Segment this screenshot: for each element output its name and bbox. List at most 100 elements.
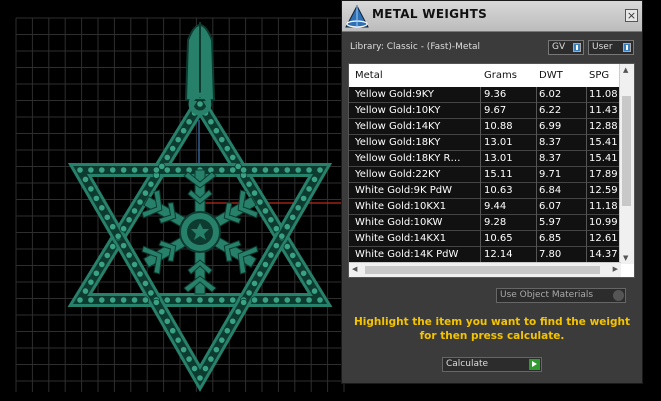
panel-title: METAL WEIGHTS	[372, 7, 488, 21]
table-row[interactable]: Yellow Gold:14KY 10.88 6.99 12.88	[349, 119, 621, 135]
gv-indicator-icon	[573, 43, 581, 52]
pave-bead	[256, 270, 264, 278]
pave-bead	[98, 260, 106, 268]
dropdown-button-icon[interactable]	[613, 290, 624, 301]
column-separator	[586, 135, 587, 151]
calculate-label: Calculate	[446, 359, 489, 369]
horizontal-scrollbar[interactable]: ◀ ▶	[349, 262, 621, 277]
pave-bead	[223, 327, 231, 335]
pave-bead	[250, 279, 259, 288]
table-row[interactable]: Yellow Gold:18KY R… 13.01 8.37 15.41	[349, 151, 621, 167]
pave-bead	[245, 289, 253, 297]
vertical-scroll-thumb[interactable]	[622, 96, 631, 206]
table-row[interactable]: White Gold:9K PdW 10.63 6.84 12.59	[349, 183, 621, 199]
table-row[interactable]: White Gold:10KW 9.28 5.97 10.99	[349, 215, 621, 231]
pave-bead	[261, 166, 270, 174]
cell-metal: White Gold:10KW	[355, 217, 443, 228]
column-separator	[480, 135, 481, 151]
pave-bead	[240, 166, 248, 174]
column-separator	[536, 151, 537, 167]
pave-bead	[81, 175, 90, 184]
panel-titlebar[interactable]: METAL WEIGHTS ×	[342, 1, 642, 32]
pave-bead	[250, 296, 259, 304]
metal-weights-panel: METAL WEIGHTS × Library: Classic - (Fast…	[341, 0, 643, 384]
pave-bead	[109, 166, 117, 174]
table-body: Yellow Gold:9KY 9.36 6.02 11.08 Yellow Gold:…	[349, 87, 621, 263]
cell-spg: 12.61	[589, 233, 618, 244]
table-row[interactable]: Yellow Gold:9KY 9.36 6.02 11.08	[349, 87, 621, 103]
table-row[interactable]: Yellow Gold:10KY 9.67 6.22 11.43	[349, 103, 621, 119]
column-separator	[480, 215, 481, 231]
pave-bead	[120, 166, 128, 174]
pave-bead	[212, 127, 220, 135]
pave-bead	[196, 374, 204, 382]
pave-bead	[76, 166, 84, 174]
pave-bead	[109, 296, 117, 304]
pave-bead	[120, 242, 128, 250]
table-row[interactable]: Yellow Gold:18KY 13.01 8.37 15.41	[349, 135, 621, 151]
library-label: Library: Classic - (Fast)-Metal	[350, 42, 481, 52]
column-separator	[536, 119, 537, 135]
cell-metal: Yellow Gold:14KY	[355, 121, 441, 132]
table-row[interactable]: White Gold:14KX1 10.65 6.85 12.61	[349, 231, 621, 247]
pave-bead	[174, 166, 182, 174]
pave-bead	[207, 118, 215, 126]
scroll-up-icon[interactable]: ▲	[623, 66, 628, 74]
pave-bead	[283, 166, 291, 174]
vertical-scrollbar[interactable]: ▲ ▼	[619, 64, 634, 264]
gv-toggle[interactable]: GV	[548, 40, 584, 55]
cell-spg: 14.37	[589, 249, 618, 260]
user-toggle[interactable]: User	[588, 40, 634, 55]
table-header: Metal Grams DWT SPG	[349, 64, 621, 88]
table-row[interactable]: White Gold:14K PdW 12.14 7.80 14.37	[349, 247, 621, 263]
pave-bead	[218, 136, 226, 144]
column-header-grams[interactable]: Grams	[484, 70, 517, 81]
cell-dwt: 6.84	[539, 185, 562, 196]
pave-bead	[229, 296, 237, 304]
pave-bead	[261, 296, 270, 304]
pave-bead	[130, 296, 139, 304]
pave-bead	[267, 216, 275, 224]
pave-bead	[261, 260, 270, 269]
pave-bead	[240, 298, 248, 306]
cell-metal: White Gold:10KX1	[355, 201, 447, 212]
pave-bead	[163, 166, 171, 174]
pave-bead	[98, 296, 106, 304]
pave-bead	[169, 327, 177, 335]
column-header-spg[interactable]: SPG	[589, 70, 609, 81]
table-row[interactable]: Yellow Gold:22KY 15.11 9.71 17.89	[349, 167, 621, 183]
cell-spg: 12.88	[589, 121, 618, 132]
cell-grams: 13.01	[484, 137, 513, 148]
pave-bead	[190, 364, 199, 373]
pave-bead	[207, 166, 215, 174]
column-separator	[536, 199, 537, 215]
pave-bead	[136, 270, 144, 278]
column-separator	[480, 151, 481, 167]
table-row[interactable]: White Gold:10KX1 9.44 6.07 11.18	[349, 199, 621, 215]
calculate-button[interactable]: Calculate	[442, 357, 542, 372]
scroll-right-icon[interactable]: ▶	[613, 265, 618, 273]
pave-bead	[272, 296, 280, 304]
pave-bead	[136, 198, 144, 206]
close-button[interactable]: ×	[625, 9, 638, 22]
pave-bead	[229, 153, 237, 162]
pave-bead	[87, 278, 95, 286]
scroll-down-icon[interactable]: ▼	[623, 254, 628, 262]
column-header-metal[interactable]: Metal	[355, 70, 383, 81]
pave-bead	[289, 213, 297, 221]
horizontal-scroll-thumb[interactable]	[365, 266, 600, 274]
pave-bead	[163, 296, 171, 304]
materials-dropdown[interactable]: Use Object Materials	[496, 288, 626, 303]
scroll-left-icon[interactable]: ◀	[352, 265, 357, 273]
column-header-dwt[interactable]: DWT	[539, 70, 563, 81]
pave-bead	[98, 166, 106, 174]
pave-bead	[316, 296, 324, 304]
cell-dwt: 6.07	[539, 201, 562, 212]
pave-bead	[278, 232, 286, 240]
pave-bead	[245, 180, 253, 188]
pave-bead	[289, 251, 297, 260]
cell-metal: Yellow Gold:18KY	[355, 137, 441, 148]
pave-bead	[81, 287, 90, 295]
pave-bead	[169, 144, 177, 153]
pave-bead	[310, 175, 319, 184]
